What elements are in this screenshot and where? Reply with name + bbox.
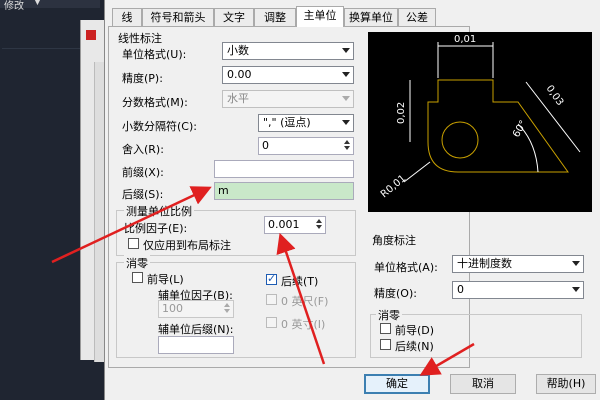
annotation-arrow-ok (419, 342, 475, 376)
annotation-arrow-scale (276, 232, 326, 365)
tab-primary-units[interactable]: 主单位 (296, 6, 344, 27)
annotation-arrow-suffix (51, 186, 212, 264)
annotation-arrows (51, 186, 475, 376)
